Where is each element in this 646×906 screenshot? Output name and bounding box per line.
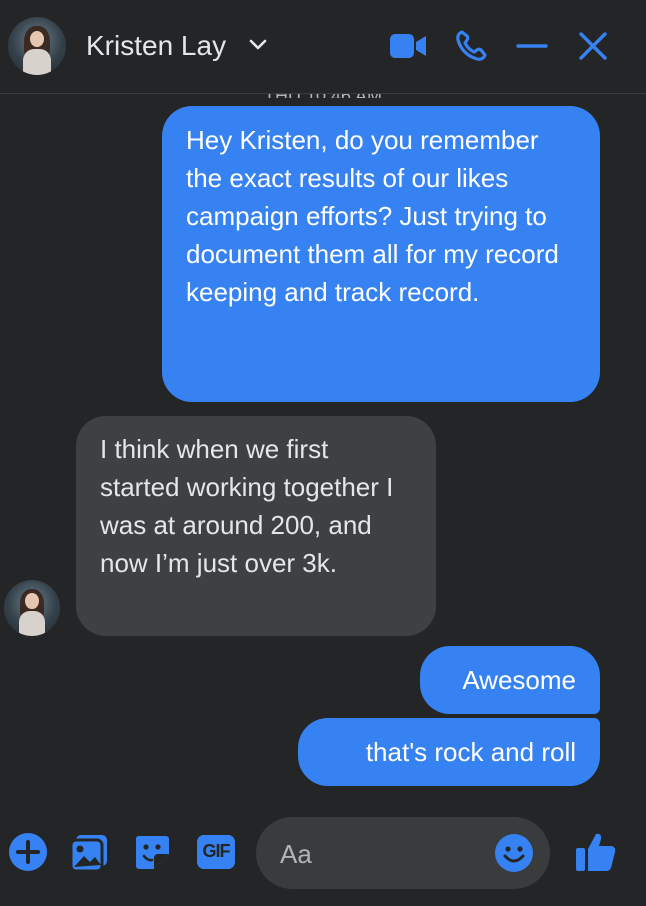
video-call-icon[interactable]: [388, 29, 428, 63]
incoming-message[interactable]: I think when we first started working to…: [76, 416, 436, 636]
contact-name[interactable]: Kristen Lay: [86, 30, 226, 62]
close-icon[interactable]: [576, 29, 610, 63]
sticker-icon[interactable]: [132, 832, 172, 872]
message-input-placeholder: Aa: [280, 839, 312, 869]
phone-icon[interactable]: [454, 29, 488, 63]
message-input[interactable]: Aa: [256, 817, 550, 889]
photo-icon[interactable]: [68, 832, 110, 874]
gif-label: GIF: [202, 841, 231, 861]
like-thumb-icon[interactable]: [574, 830, 618, 874]
minimize-icon[interactable]: [514, 29, 550, 63]
chevron-down-icon[interactable]: [248, 38, 268, 52]
outgoing-message[interactable]: Hey Kristen, do you remember the exact r…: [162, 106, 600, 402]
outgoing-message[interactable]: that's rock and roll: [298, 718, 600, 786]
plus-icon[interactable]: [8, 832, 48, 872]
contact-avatar-small[interactable]: [4, 580, 60, 636]
contact-avatar[interactable]: [8, 17, 66, 75]
outgoing-message[interactable]: Awesome: [420, 646, 600, 714]
emoji-icon[interactable]: [494, 833, 534, 873]
chat-header: Kristen Lay: [0, 0, 646, 94]
gif-icon[interactable]: GIF: [196, 834, 236, 870]
